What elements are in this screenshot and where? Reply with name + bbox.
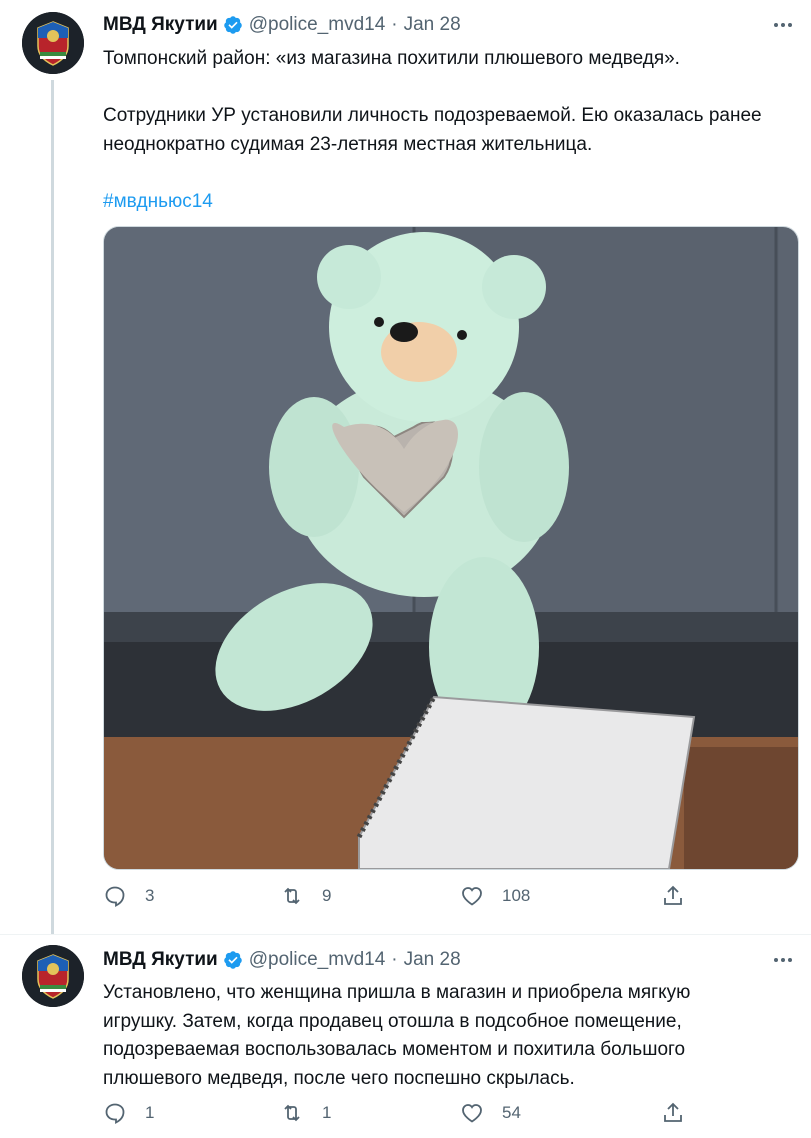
hashtag-link[interactable]: #мвдньюс14 — [103, 188, 793, 217]
police-emblem-icon — [22, 12, 84, 74]
avatar[interactable] — [22, 945, 84, 1007]
author-handle[interactable]: @police_mvd14 — [249, 14, 386, 36]
retweet-button[interactable]: 9 — [280, 884, 331, 908]
like-button[interactable]: 54 — [460, 1101, 521, 1125]
tweet-header: МВД Якутии @police_mvd14 · Jan 28 — [103, 947, 461, 973]
reply-icon — [105, 886, 125, 907]
share-button[interactable] — [661, 1101, 685, 1125]
tweet-date[interactable]: Jan 28 — [404, 949, 461, 971]
retweet-icon — [284, 1104, 300, 1122]
share-button[interactable] — [661, 884, 685, 908]
separator: · — [391, 949, 398, 970]
separator: · — [391, 14, 398, 35]
reply-button[interactable]: 1 — [103, 1101, 154, 1125]
tweet-actions: 1 1 54 — [103, 1101, 703, 1131]
author-handle[interactable]: @police_mvd14 — [249, 949, 386, 971]
heart-icon — [462, 887, 482, 906]
tweet-text: Томпонский район: «из магазина похитили … — [103, 45, 793, 216]
tweet-2[interactable]: МВД Якутии @police_mvd14 · Jan 28 Устано… — [0, 935, 811, 1138]
tweet-header: МВД Якутии @police_mvd14 · Jan 28 — [103, 12, 461, 38]
teddy-bear-image — [104, 227, 798, 869]
retweet-count: 1 — [322, 1103, 332, 1122]
author-name[interactable]: МВД Якутии — [103, 14, 218, 36]
avatar[interactable] — [22, 12, 84, 74]
reply-count: 1 — [145, 1103, 155, 1122]
like-count: 54 — [502, 1103, 521, 1122]
reply-count: 3 — [145, 886, 155, 905]
tweet-paragraph: Установлено, что женщина пришла в магази… — [103, 982, 691, 1089]
more-icon[interactable] — [769, 952, 797, 968]
heart-icon — [462, 1104, 482, 1123]
reply-icon — [105, 1103, 125, 1124]
retweet-icon — [284, 887, 300, 905]
tweet-text: Установлено, что женщина пришла в магази… — [103, 979, 763, 1093]
tweet-date[interactable]: Jan 28 — [404, 14, 461, 36]
share-icon — [664, 885, 682, 905]
retweet-count: 9 — [322, 886, 332, 905]
tweet-paragraph: Сотрудники УР установили личность подозр… — [103, 105, 762, 155]
thread-line — [51, 80, 54, 935]
retweet-button[interactable]: 1 — [280, 1101, 331, 1125]
like-count: 108 — [502, 886, 531, 905]
more-icon[interactable] — [769, 17, 797, 33]
reply-button[interactable]: 3 — [103, 884, 154, 908]
tweet-1[interactable]: МВД Якутии @police_mvd14 · Jan 28 Томпон… — [0, 0, 811, 935]
police-emblem-icon — [22, 945, 84, 1007]
share-icon — [664, 1102, 682, 1122]
tweet-actions: 3 9 108 — [103, 884, 703, 914]
tweet-paragraph: Томпонский район: «из магазина похитили … — [103, 48, 680, 69]
verified-badge-icon — [223, 15, 243, 35]
author-name[interactable]: МВД Якутии — [103, 949, 218, 971]
verified-badge-icon — [223, 950, 243, 970]
like-button[interactable]: 108 — [460, 884, 530, 908]
tweet-photo[interactable] — [103, 226, 799, 870]
